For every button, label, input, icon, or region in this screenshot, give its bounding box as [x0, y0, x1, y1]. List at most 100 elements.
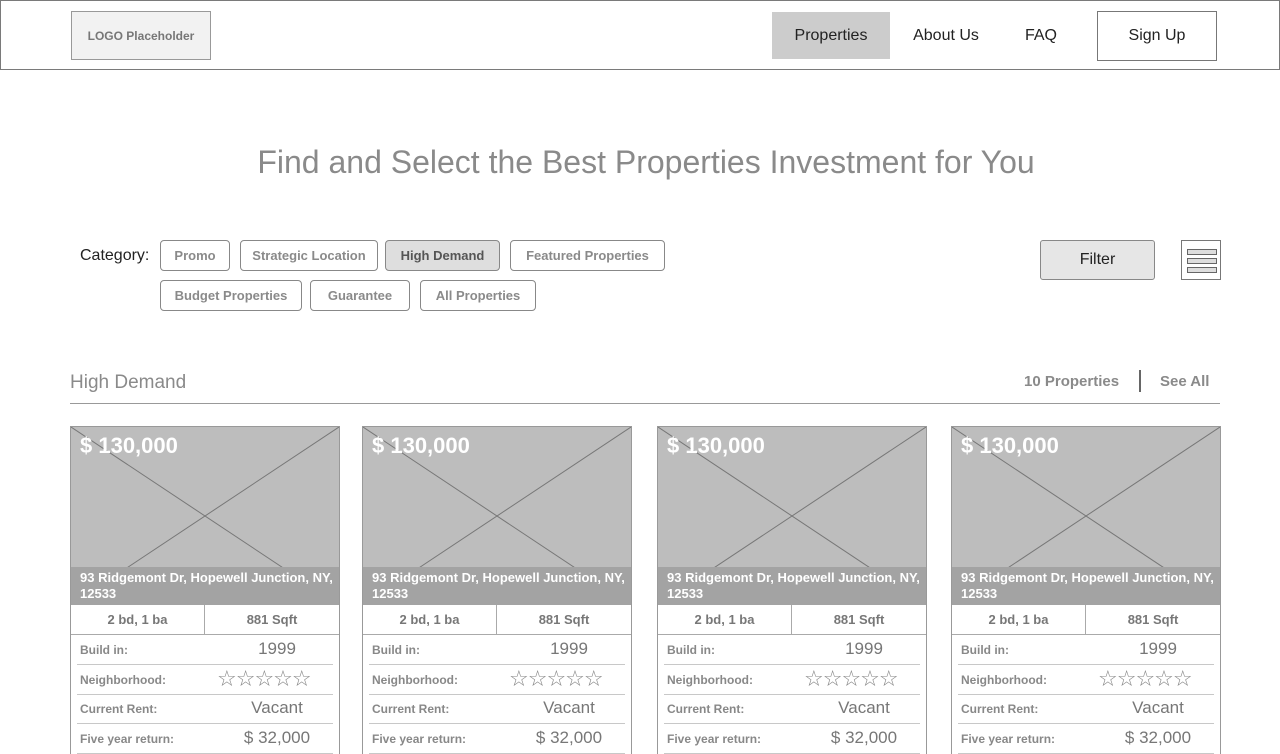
star-rating-icon[interactable]: ☆☆☆☆☆: [217, 666, 312, 692]
five-year-return-label: Five year return:: [667, 732, 762, 746]
current-rent-value: Vacant: [251, 698, 303, 717]
spec-row: 2 bd, 1 ba 881 Sqft: [363, 605, 631, 635]
build-year-value: 1999: [1139, 639, 1177, 658]
neighborhood-row: Neighborhood: ☆☆☆☆☆: [664, 665, 920, 695]
five-year-return-value: $ 32,000: [1124, 728, 1192, 747]
property-image-placeholder[interactable]: $ 130,000 93 Ridgemont Dr, Hopewell Junct…: [363, 427, 631, 605]
property-address: 93 Ridgemont Dr, Hopewell Junction, NY, …: [372, 570, 625, 601]
beds-baths: 2 bd, 1 ba: [71, 605, 205, 634]
property-image-placeholder[interactable]: $ 130,000 93 Ridgemont Dr, Hopewell Junct…: [71, 427, 339, 605]
square-footage: 881 Sqft: [246, 612, 298, 627]
property-card[interactable]: $ 130,000 93 Ridgemont Dr, Hopewell Junct…: [362, 426, 632, 754]
five-year-return-label: Five year return:: [80, 732, 175, 746]
property-price: $ 130,000: [961, 433, 1059, 458]
logo[interactable]: LOGO Placeholder: [71, 11, 211, 60]
five-year-return-row: Five year return: $ 32,000: [369, 724, 625, 754]
five-year-return-value: $ 32,000: [243, 728, 311, 747]
star-rating-icon[interactable]: ☆☆☆☆☆: [1098, 666, 1193, 692]
neighborhood-label: Neighborhood:: [667, 673, 753, 687]
neighborhood-row: Neighborhood: ☆☆☆☆☆: [369, 665, 625, 695]
current-rent-row: Current Rent: Vacant: [369, 694, 625, 724]
build-year-row: Build in: 1999: [77, 635, 333, 665]
property-price: $ 130,000: [80, 433, 178, 458]
five-year-return-label: Five year return:: [372, 732, 467, 746]
category-label: Category:: [80, 247, 150, 264]
current-rent-label: Current Rent:: [667, 702, 745, 716]
spec-row: 2 bd, 1 ba 881 Sqft: [71, 605, 339, 635]
current-rent-row: Current Rent: Vacant: [664, 694, 920, 724]
sign-up-button[interactable]: Sign Up: [1097, 11, 1217, 61]
five-year-return-row: Five year return: $ 32,000: [664, 724, 920, 754]
property-address: 93 Ridgemont Dr, Hopewell Junction, NY, …: [961, 570, 1214, 601]
category-chip-all-properties[interactable]: All Properties: [420, 280, 536, 311]
build-year-value: 1999: [845, 639, 883, 658]
neighborhood-label: Neighborhood:: [961, 673, 1047, 687]
see-all-link[interactable]: See All: [1160, 373, 1209, 390]
address-band: 93 Ridgemont Dr, Hopewell Junction, NY, …: [71, 567, 339, 605]
square-footage: 881 Sqft: [833, 612, 885, 627]
neighborhood-label: Neighborhood:: [80, 673, 166, 687]
property-price: $ 130,000: [667, 433, 765, 458]
property-address: 93 Ridgemont Dr, Hopewell Junction, NY, …: [667, 570, 920, 601]
nav-faq[interactable]: FAQ: [1006, 12, 1076, 59]
build-in-label: Build in:: [372, 643, 420, 657]
star-rating-icon[interactable]: ☆☆☆☆☆: [804, 666, 899, 692]
current-rent-row: Current Rent: Vacant: [958, 694, 1214, 724]
neighborhood-label: Neighborhood:: [372, 673, 458, 687]
nav-about-us[interactable]: About Us: [901, 12, 991, 59]
build-in-label: Build in:: [667, 643, 715, 657]
square-footage: 881 Sqft: [538, 612, 590, 627]
list-view-icon[interactable]: [1181, 240, 1221, 280]
property-address: 93 Ridgemont Dr, Hopewell Junction, NY, …: [80, 570, 333, 601]
build-year-row: Build in: 1999: [664, 635, 920, 665]
top-navigation-bar: LOGO Placeholder Properties About Us FAQ…: [0, 0, 1280, 70]
category-chip-guarantee[interactable]: Guarantee: [310, 280, 410, 311]
category-chip-featured-properties[interactable]: Featured Properties: [510, 240, 665, 271]
property-image-placeholder[interactable]: $ 130,000 93 Ridgemont Dr, Hopewell Junct…: [658, 427, 926, 605]
build-year-row: Build in: 1999: [369, 635, 625, 665]
address-band: 93 Ridgemont Dr, Hopewell Junction, NY, …: [363, 567, 631, 605]
build-year-row: Build in: 1999: [958, 635, 1214, 665]
section-title: High Demand: [70, 372, 187, 393]
spec-row: 2 bd, 1 ba 881 Sqft: [952, 605, 1220, 635]
five-year-return-value: $ 32,000: [535, 728, 603, 747]
current-rent-row: Current Rent: Vacant: [77, 694, 333, 724]
beds-baths: 2 bd, 1 ba: [952, 605, 1086, 634]
current-rent-label: Current Rent:: [80, 702, 158, 716]
spec-row: 2 bd, 1 ba 881 Sqft: [658, 605, 926, 635]
section-rule: [70, 403, 1220, 404]
property-image-placeholder[interactable]: $ 130,000 93 Ridgemont Dr, Hopewell Junct…: [952, 427, 1220, 605]
build-year-value: 1999: [550, 639, 588, 658]
build-in-label: Build in:: [961, 643, 1009, 657]
page-title: Find and Select the Best Properties Inve…: [257, 144, 1035, 180]
property-count: 10 Properties: [1024, 373, 1120, 390]
address-band: 93 Ridgemont Dr, Hopewell Junction, NY, …: [952, 567, 1220, 605]
section-divider: [1139, 370, 1141, 392]
address-band: 93 Ridgemont Dr, Hopewell Junction, NY, …: [658, 567, 926, 605]
current-rent-label: Current Rent:: [372, 702, 450, 716]
five-year-return-value: $ 32,000: [830, 728, 898, 747]
property-card[interactable]: $ 130,000 93 Ridgemont Dr, Hopewell Junct…: [657, 426, 927, 754]
star-rating-icon[interactable]: ☆☆☆☆☆: [509, 666, 604, 692]
category-chip-budget-properties[interactable]: Budget Properties: [160, 280, 302, 311]
build-year-value: 1999: [258, 639, 296, 658]
current-rent-value: Vacant: [1132, 698, 1184, 717]
current-rent-label: Current Rent:: [961, 702, 1039, 716]
beds-baths: 2 bd, 1 ba: [658, 605, 792, 634]
category-chip-strategic-location[interactable]: Strategic Location: [240, 240, 378, 271]
property-price: $ 130,000: [372, 433, 470, 458]
neighborhood-row: Neighborhood: ☆☆☆☆☆: [958, 665, 1214, 695]
beds-baths: 2 bd, 1 ba: [363, 605, 497, 634]
neighborhood-row: Neighborhood: ☆☆☆☆☆: [77, 665, 333, 695]
property-card[interactable]: $ 130,000 93 Ridgemont Dr, Hopewell Junct…: [951, 426, 1221, 754]
current-rent-value: Vacant: [543, 698, 595, 717]
square-footage: 881 Sqft: [1127, 612, 1179, 627]
five-year-return-label: Five year return:: [961, 732, 1056, 746]
category-chip-promo[interactable]: Promo: [160, 240, 230, 271]
five-year-return-row: Five year return: $ 32,000: [958, 724, 1214, 754]
nav-properties[interactable]: Properties: [772, 12, 890, 59]
property-card[interactable]: $ 130,000 93 Ridgemont Dr, Hopewell Junct…: [70, 426, 340, 754]
five-year-return-row: Five year return: $ 32,000: [77, 724, 333, 754]
category-chip-high-demand[interactable]: High Demand: [385, 240, 500, 271]
filter-button[interactable]: Filter: [1040, 240, 1155, 280]
